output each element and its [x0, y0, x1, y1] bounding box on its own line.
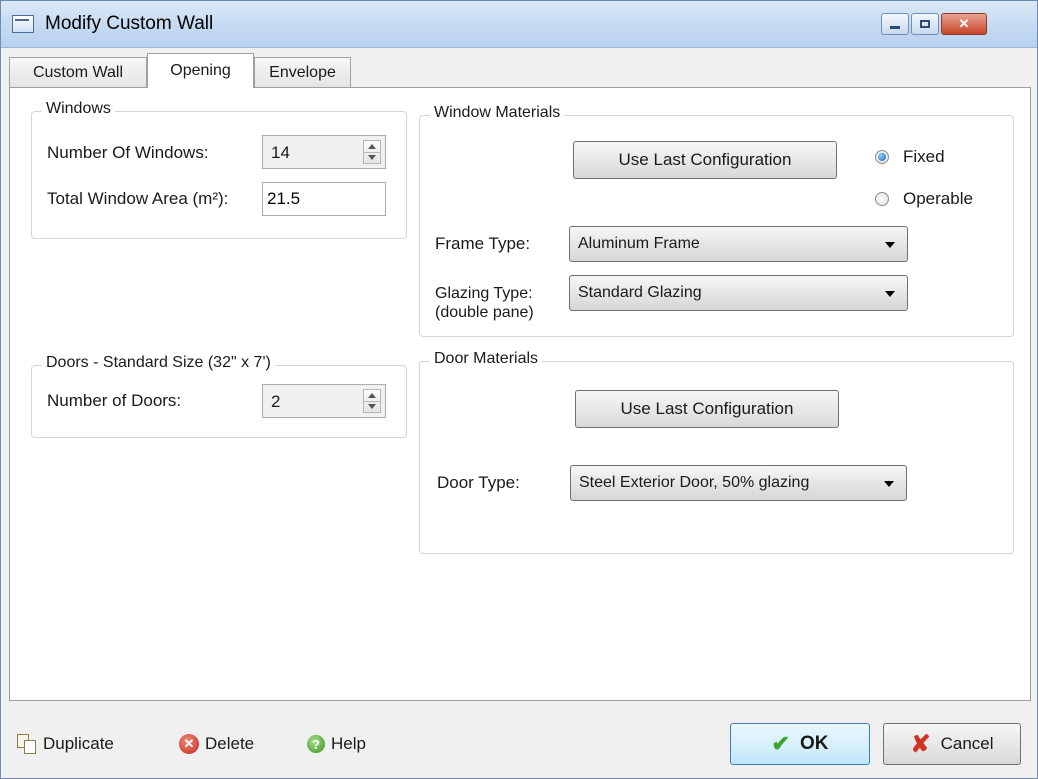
doors-group: Doors - Standard Size (32" x 7') Number … [31, 354, 407, 438]
radio-fixed-label: Fixed [903, 147, 945, 166]
windows-group: Windows Number Of Windows: 14 Total Wind… [31, 100, 407, 239]
number-of-doors-label: Number of Doors: [47, 391, 182, 410]
number-of-windows-label: Number Of Windows: [47, 143, 209, 162]
duplicate-button[interactable]: Duplicate [17, 734, 114, 754]
delete-icon: ✕ [179, 734, 199, 754]
number-of-doors-stepper[interactable]: 2 [262, 384, 386, 418]
help-button[interactable]: ? Help [307, 734, 366, 754]
door-materials-group: Door Materials Use Last Configuration Do… [419, 350, 1014, 554]
windows-group-title: Windows [42, 100, 115, 118]
dropdown-arrow-icon [884, 481, 894, 487]
delete-button[interactable]: ✕ Delete [179, 734, 254, 754]
wall-app-icon [12, 15, 34, 33]
radio-operable-label: Operable [903, 189, 973, 208]
minimize-button[interactable] [881, 13, 909, 35]
cancel-label: Cancel [940, 734, 994, 753]
ok-button[interactable]: ✔ OK [730, 723, 870, 765]
tab-custom-wall[interactable]: Custom Wall [9, 57, 147, 87]
number-of-windows-stepper[interactable]: 14 [262, 135, 386, 169]
window-use-last-configuration-button[interactable]: Use Last Configuration [573, 141, 837, 179]
door-type-value: Steel Exterior Door, 50% glazing [579, 474, 810, 491]
frame-type-value: Aluminum Frame [578, 235, 700, 252]
total-window-area-label: Total Window Area (m²): [47, 189, 229, 208]
opening-tab-panel: Windows Number Of Windows: 14 Total Wind… [9, 87, 1031, 701]
close-icon: ✕ [958, 16, 970, 31]
dropdown-arrow-icon [885, 291, 895, 297]
spin-down-icon [368, 155, 376, 160]
modify-custom-wall-dialog: Modify Custom Wall ✕ Custom Wall Opening… [0, 0, 1038, 779]
radio-operable[interactable]: Operable [875, 189, 973, 209]
door-materials-group-title: Door Materials [430, 350, 543, 368]
duplicate-icon [17, 734, 37, 754]
windows-spinner[interactable] [363, 140, 381, 164]
spin-down-icon [368, 404, 376, 409]
total-window-area-field[interactable] [263, 183, 385, 215]
delete-label: Delete [205, 734, 255, 753]
window-materials-group: Window Materials Use Last Configuration … [419, 104, 1014, 337]
number-of-doors-value: 2 [271, 392, 281, 411]
window-materials-group-title: Window Materials [430, 104, 565, 122]
radio-fixed-indicator [875, 150, 889, 164]
tab-opening[interactable]: Opening [147, 53, 254, 88]
cancel-x-icon: ✘ [910, 730, 931, 758]
doors-group-title: Doors - Standard Size (32" x 7') [42, 354, 275, 372]
door-type-label: Door Type: [437, 473, 520, 492]
help-label: Help [331, 734, 366, 753]
glazing-type-sublabel: (double pane) [435, 304, 534, 321]
minimize-icon [890, 25, 900, 29]
help-icon: ? [307, 735, 325, 753]
duplicate-label: Duplicate [43, 734, 114, 753]
ok-label: OK [799, 733, 829, 754]
glazing-type-value: Standard Glazing [578, 284, 702, 301]
radio-operable-indicator [875, 192, 889, 206]
window-title: Modify Custom Wall [45, 13, 214, 34]
checkmark-icon: ✔ [771, 731, 790, 756]
dropdown-arrow-icon [885, 242, 895, 248]
door-use-last-configuration-button[interactable]: Use Last Configuration [575, 390, 839, 428]
title-bar[interactable]: Modify Custom Wall ✕ [1, 1, 1037, 48]
glazing-type-label: Glazing Type: [435, 285, 533, 302]
number-of-windows-value: 14 [271, 143, 290, 162]
frame-type-label: Frame Type: [435, 234, 531, 253]
glazing-type-select[interactable]: Standard Glazing [569, 275, 908, 311]
doors-spinner[interactable] [363, 389, 381, 413]
total-window-area-input[interactable] [262, 182, 386, 216]
door-type-select[interactable]: Steel Exterior Door, 50% glazing [570, 465, 907, 501]
spin-up-icon [368, 393, 376, 398]
close-button[interactable]: ✕ [941, 13, 987, 35]
radio-fixed[interactable]: Fixed [875, 147, 945, 167]
tab-envelope[interactable]: Envelope [254, 57, 351, 87]
maximize-icon [920, 20, 930, 28]
spin-up-icon [368, 144, 376, 149]
frame-type-select[interactable]: Aluminum Frame [569, 226, 908, 262]
maximize-button[interactable] [911, 13, 939, 35]
cancel-button[interactable]: ✘ Cancel [883, 723, 1021, 765]
